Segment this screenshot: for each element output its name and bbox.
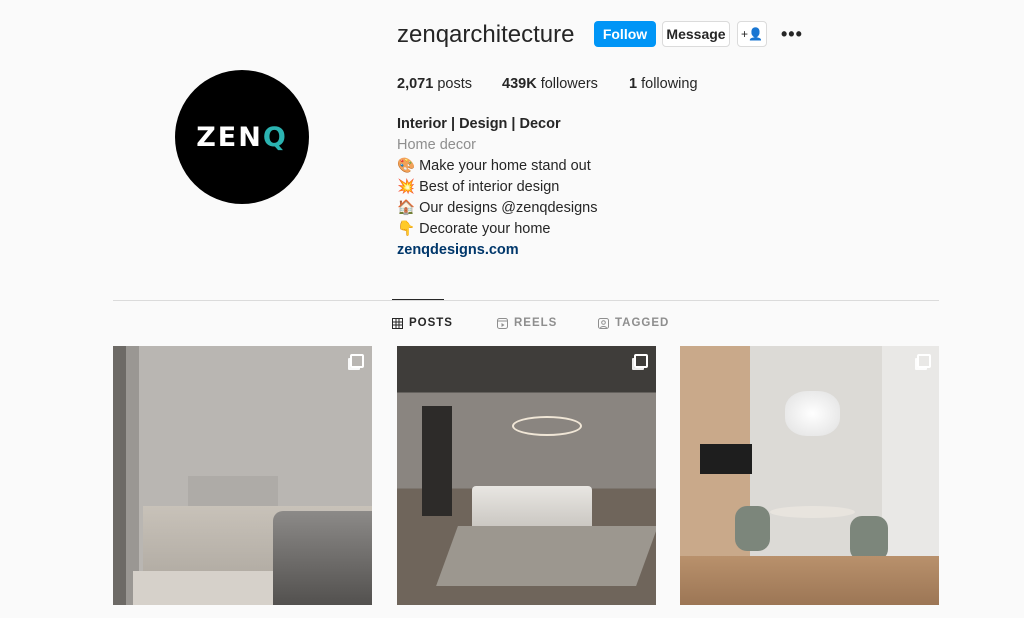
bio: Interior | Design | Decor Home decor 🎨 M… — [397, 114, 597, 261]
tab-label: TAGGED — [615, 317, 670, 329]
bio-line: 🏠 Our designs @zenqdesigns — [397, 198, 597, 219]
message-button[interactable]: Message — [662, 21, 730, 47]
more-options-icon[interactable]: ••• — [781, 24, 803, 45]
zenq-logo: ZENQ — [196, 121, 288, 153]
collision-icon: 💥 — [397, 179, 416, 195]
post-thumbnail[interactable] — [680, 346, 939, 605]
grid-icon — [392, 317, 403, 329]
bio-line-text: Decorate your home — [419, 221, 551, 237]
tab-reels[interactable]: REELS — [497, 317, 557, 329]
bio-name: Interior | Design | Decor — [397, 116, 561, 132]
posts-stat: 2,071 posts — [397, 76, 472, 92]
pointing-down-icon: 👇 — [397, 221, 416, 237]
bio-link[interactable]: zenqdesigns.com — [397, 240, 597, 261]
followers-label: followers — [540, 76, 598, 92]
bio-line-text: Best of interior design — [419, 179, 560, 195]
posts-count: 2,071 — [397, 76, 434, 92]
tab-posts[interactable]: POSTS — [392, 317, 453, 329]
tabs-divider — [113, 300, 939, 301]
tab-label: POSTS — [409, 317, 453, 329]
add-user-icon: +👤 — [741, 27, 763, 41]
house-icon: 🏠 — [397, 200, 416, 216]
post-thumbnail[interactable] — [397, 346, 656, 605]
suggest-user-button[interactable]: +👤 — [737, 21, 767, 47]
username: zenqarchitecture — [397, 21, 575, 48]
following-stat[interactable]: 1 following — [629, 76, 698, 92]
bio-line-text: Our designs @zenqdesigns — [419, 200, 598, 216]
multiple-images-icon — [350, 354, 364, 368]
following-count: 1 — [629, 76, 638, 92]
multiple-images-icon — [917, 354, 931, 368]
followers-stat[interactable]: 439K followers — [502, 76, 598, 92]
tagged-icon — [598, 317, 609, 329]
bio-line: 💥 Best of interior design — [397, 177, 597, 198]
posts-label: posts — [437, 76, 472, 92]
palette-icon: 🎨 — [397, 158, 416, 174]
bio-line: 🎨 Make your home stand out — [397, 156, 597, 177]
reels-icon — [497, 317, 508, 329]
follow-button[interactable]: Follow — [594, 21, 656, 47]
post-thumbnail[interactable] — [113, 346, 372, 605]
tab-tagged[interactable]: TAGGED — [598, 317, 669, 329]
profile-avatar[interactable]: ZENQ — [175, 70, 309, 204]
bio-line-text: Make your home stand out — [419, 158, 591, 174]
followers-count: 439K — [502, 76, 537, 92]
active-tab-indicator — [392, 299, 444, 300]
multiple-images-icon — [634, 354, 648, 368]
following-label: following — [641, 76, 698, 92]
tab-label: REELS — [514, 317, 558, 329]
bio-category: Home decor — [397, 137, 476, 153]
bio-line: 👇 Decorate your home — [397, 219, 597, 240]
